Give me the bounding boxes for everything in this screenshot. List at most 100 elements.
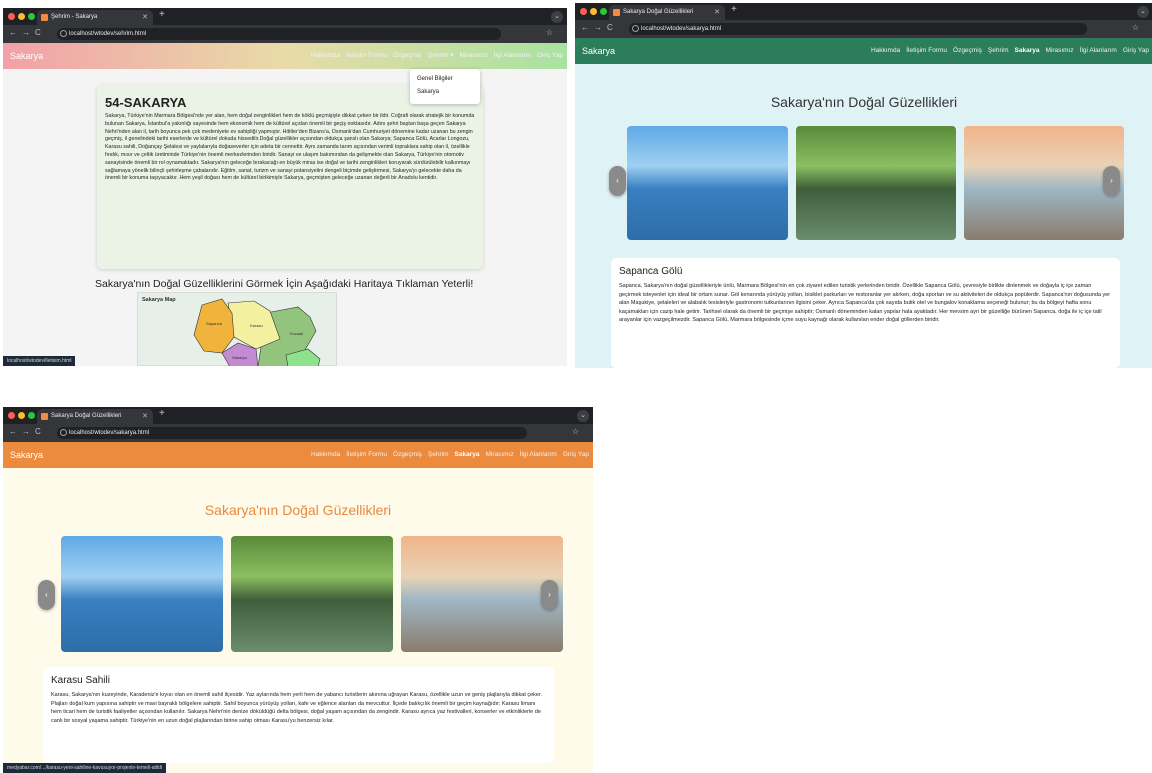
nav-item[interactable]: Hakkımda xyxy=(311,442,340,468)
carousel-prev-icon[interactable]: ‹ xyxy=(38,580,55,610)
nav-item[interactable]: İletişim Formu xyxy=(906,38,947,64)
url-field[interactable]: localhost/wtodev/sakarya.html xyxy=(57,427,527,439)
nav-item-active[interactable]: Sakarya xyxy=(455,442,480,468)
page-content: Sakarya'nın Doğal Güzellikleri ‹ › Sapan… xyxy=(575,64,1152,368)
info-card: 54-SAKARYA Sakarya, Türkiye'nin Marmara … xyxy=(97,85,483,269)
nav-buttons[interactable]: ←→C xyxy=(9,427,46,436)
window-controls[interactable] xyxy=(8,412,35,419)
new-tab-icon[interactable]: + xyxy=(159,408,165,419)
brand-link[interactable]: Sakarya xyxy=(10,442,43,468)
new-tab-icon[interactable]: + xyxy=(159,9,165,20)
dropdown-menu: Genel Bilgiler Sakarya xyxy=(410,69,480,104)
carousel-next-icon[interactable]: › xyxy=(1103,166,1120,196)
nav-item[interactable]: İlgi Alanlarım xyxy=(520,442,557,468)
site-info-icon[interactable] xyxy=(60,429,67,436)
close-tab-icon[interactable]: ✕ xyxy=(142,10,148,25)
slide-image-river xyxy=(231,536,393,652)
reload-icon: C xyxy=(35,427,46,436)
new-tab-icon[interactable]: + xyxy=(731,4,737,15)
tab-title: Şehrim - Sakarya xyxy=(51,14,98,20)
nav-item[interactable]: Giriş Yap xyxy=(537,43,563,69)
site-info-icon[interactable] xyxy=(60,30,67,37)
nav-buttons[interactable]: ←→C xyxy=(9,28,46,37)
info-card: Sapanca Gölü Sapanca, Sakarya'nın doğal … xyxy=(611,258,1120,368)
nav-item[interactable]: Mirasımız xyxy=(459,43,487,69)
brand-link[interactable]: Sakarya xyxy=(582,38,615,64)
window-controls[interactable] xyxy=(580,8,607,15)
page-title: Sakarya'nın Doğal Güzellikleri xyxy=(204,502,392,518)
sakarya-map[interactable]: Sakarya Map Sapanca Karasu Kocaali Sakar… xyxy=(137,292,337,366)
nav-item[interactable]: İletişim Formu xyxy=(346,442,387,468)
slide-image-beach xyxy=(964,126,1124,240)
favicon-icon xyxy=(41,14,48,21)
card-title: Sapanca Gölü xyxy=(619,266,683,277)
dropdown-item[interactable]: Sakarya xyxy=(417,86,473,99)
dropdown-item[interactable]: Genel Bilgiler xyxy=(417,73,473,86)
map-heading: Sakarya'nın Doğal Güzelliklerini Görmek … xyxy=(95,278,474,290)
back-icon: ← xyxy=(9,28,22,37)
nav-item[interactable]: Giriş Yap xyxy=(563,442,589,468)
nav-item[interactable]: İlgi Alanlarım xyxy=(494,43,531,69)
info-card: Karasu Sahili Karasu, Sakarya'nın kuzeyi… xyxy=(43,667,554,763)
favicon-icon xyxy=(613,9,620,16)
tab-search-icon[interactable]: ⌄ xyxy=(1137,6,1149,18)
tab-title: Sakarya Doğal Güzellikleri xyxy=(51,413,122,419)
close-tab-icon[interactable]: ✕ xyxy=(714,5,720,20)
nav-item[interactable]: Özgeçmiş xyxy=(393,43,422,69)
bookmark-star-icon[interactable]: ☆ xyxy=(546,28,561,37)
nav-item[interactable]: Şehrim xyxy=(988,38,1009,64)
site-info-icon[interactable] xyxy=(632,25,639,32)
brand-link[interactable]: Sakarya xyxy=(10,43,43,69)
browser-tab[interactable]: Şehrim - Sakarya ✕ xyxy=(37,10,153,25)
window-controls[interactable] xyxy=(8,13,35,20)
nav-item-active[interactable]: Sakarya xyxy=(1015,38,1040,64)
tab-search-icon[interactable]: ⌄ xyxy=(577,410,589,422)
map-region-label: Sapanca xyxy=(206,321,223,326)
tab-title: Sakarya Doğal Güzellikleri xyxy=(623,9,694,15)
nav-item[interactable]: Hakkımda xyxy=(311,43,340,69)
tab-bar: Sakarya Doğal Güzellikleri ✕ + ⌄ xyxy=(3,407,593,424)
address-bar-row: ←→C localhost/wtodev/sakarya.html ☆ xyxy=(575,20,1152,38)
address-bar-row: ←→C localhost/wtodev/sakarya.html ☆ xyxy=(3,424,593,442)
map-region-label: Kocaali xyxy=(290,331,303,336)
nav-item[interactable]: İlgi Alanlarım xyxy=(1080,38,1117,64)
url-field[interactable]: localhost/wtodev/sakarya.html xyxy=(629,23,1087,35)
site-navbar: Sakarya Hakkımda İletişim Formu Özgeçmiş… xyxy=(3,43,567,69)
carousel-prev-icon[interactable]: ‹ xyxy=(609,166,626,196)
nav-item[interactable]: Giriş Yap xyxy=(1123,38,1149,64)
info-paragraph: Sakarya, Türkiye'nin Marmara Bölgesi'nde… xyxy=(105,113,475,182)
bookmark-star-icon[interactable]: ☆ xyxy=(572,427,587,436)
nav-item-dropdown[interactable]: Şehrim ▾ xyxy=(428,43,454,69)
nav-buttons[interactable]: ←→C xyxy=(581,23,618,32)
nav-item[interactable]: İletişim Formu xyxy=(346,43,387,69)
back-icon: ← xyxy=(581,23,594,32)
nav-item[interactable]: Mirasımız xyxy=(485,442,513,468)
map-graphic[interactable]: Sapanca Karasu Kocaali Sakarya xyxy=(138,293,338,366)
nav-item[interactable]: Özgeçmiş xyxy=(393,442,422,468)
tab-bar: Sakarya Doğal Güzellikleri ✕ + ⌄ xyxy=(575,3,1152,20)
page-content: Sakarya'nın Doğal Güzellikleri ‹ › Karas… xyxy=(3,468,593,773)
slide-image-lake xyxy=(627,126,788,240)
nav-item[interactable]: Özgeçmiş xyxy=(953,38,982,64)
reload-icon: C xyxy=(35,28,46,37)
forward-icon: → xyxy=(594,23,607,32)
map-region-label: Sakarya xyxy=(232,355,247,360)
site-navbar: Sakarya Hakkımda İletişim Formu Özgeçmiş… xyxy=(3,442,593,468)
slide-image-river xyxy=(796,126,956,240)
nav-item[interactable]: Hakkımda xyxy=(871,38,900,64)
nav-item[interactable]: Şehrim xyxy=(428,442,449,468)
tab-search-icon[interactable]: ⌄ xyxy=(551,11,563,23)
favicon-icon xyxy=(41,413,48,420)
browser-window-sehrim: Şehrim - Sakarya ✕ + ⌄ ←→C localhost/wtod… xyxy=(3,8,567,366)
nav-item[interactable]: Mirasımız xyxy=(1045,38,1073,64)
site-navbar: Sakarya Hakkımda İletişim Formu Özgeçmiş… xyxy=(575,38,1152,64)
browser-window-sapanca: Sakarya Doğal Güzellikleri ✕ + ⌄ ←→C loca… xyxy=(575,3,1152,368)
bookmark-star-icon[interactable]: ☆ xyxy=(1132,23,1147,32)
browser-tab[interactable]: Sakarya Doğal Güzellikleri ✕ xyxy=(37,409,153,424)
browser-tab[interactable]: Sakarya Doğal Güzellikleri ✕ xyxy=(609,5,725,20)
slide-image-beach xyxy=(401,536,563,652)
close-tab-icon[interactable]: ✕ xyxy=(142,409,148,424)
carousel-next-icon[interactable]: › xyxy=(541,580,558,610)
url-field[interactable]: localhost/wtodev/sehrim.html xyxy=(57,28,501,40)
map-region-label: Karasu xyxy=(250,323,263,328)
